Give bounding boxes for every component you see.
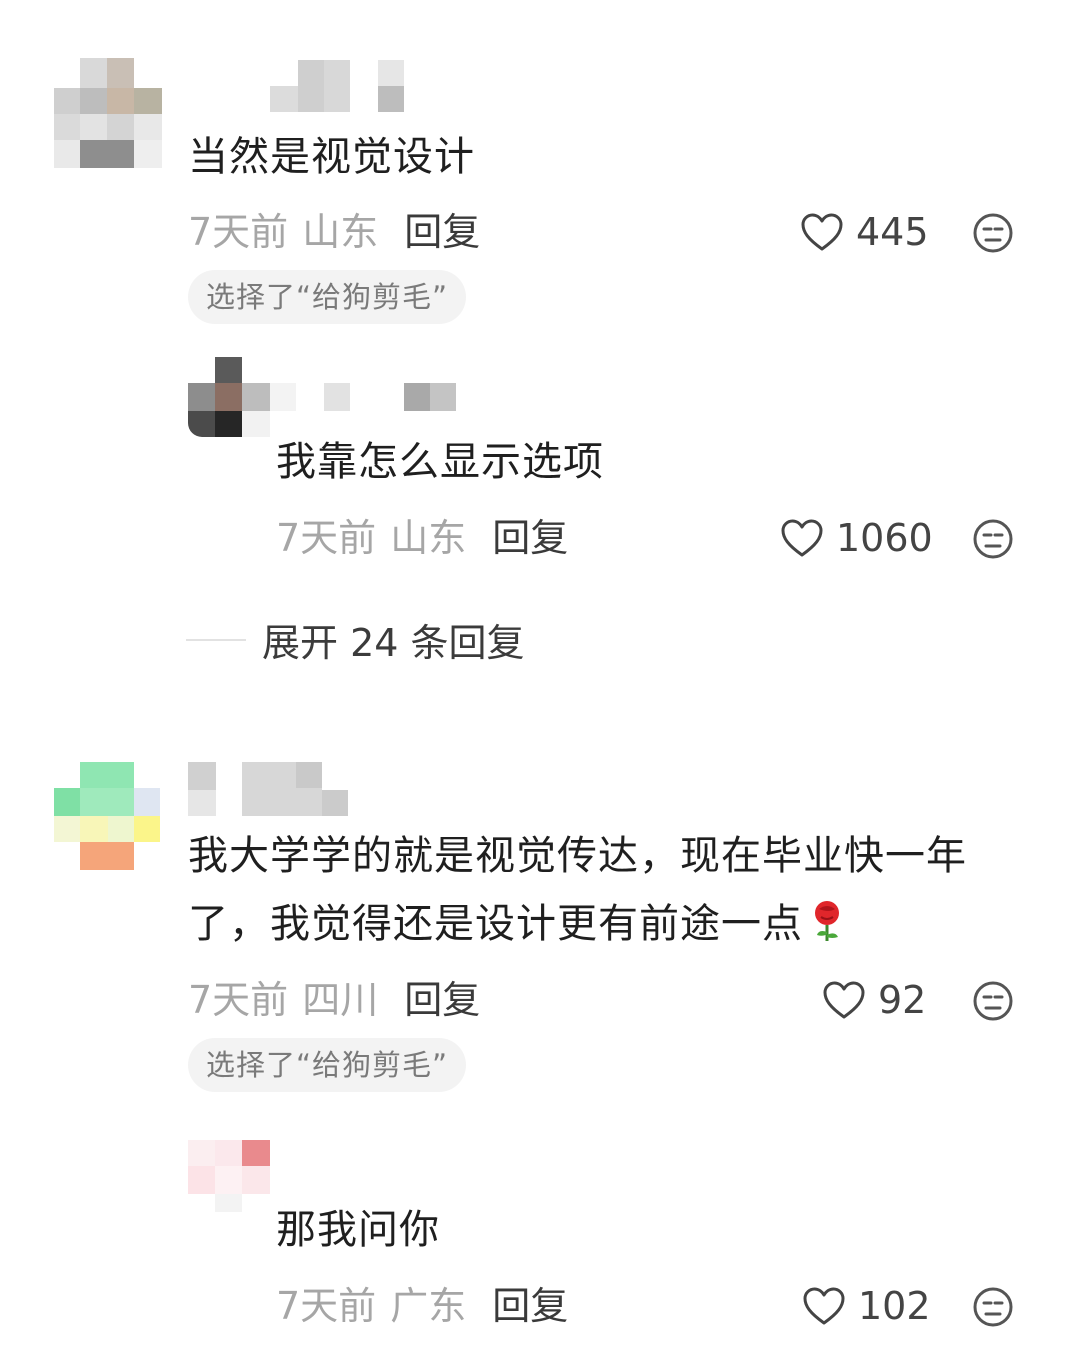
like-button[interactable]: 1060 — [780, 514, 933, 562]
reply-button[interactable]: 回复 — [404, 978, 480, 1022]
like-count: 1060 — [836, 516, 933, 560]
comment-text: 我大学学的就是视觉传达，现在毕业快一年 了，我觉得还是设计更有前途一点 — [188, 822, 967, 958]
like-button[interactable]: 445 — [800, 208, 929, 256]
reply-location: 广东 — [390, 1284, 467, 1328]
heart-outline-icon — [801, 213, 843, 251]
comment-time: 7天前 — [188, 210, 289, 254]
heart-outline-icon — [781, 519, 823, 557]
like-count: 102 — [858, 1284, 931, 1328]
avatar[interactable] — [54, 58, 162, 168]
like-count: 92 — [878, 978, 927, 1022]
reply-button[interactable]: 回复 — [404, 210, 480, 254]
reply-meta: 7天前 广东 回复 — [276, 1282, 568, 1330]
choice-badge: 选择了“给狗剪毛” — [188, 270, 467, 324]
comment-location: 四川 — [302, 978, 379, 1022]
username[interactable] — [188, 762, 378, 816]
rose-icon — [815, 901, 839, 941]
reply-text: 那我问你 — [276, 1207, 440, 1253]
divider-line — [186, 638, 246, 641]
speechless-face-icon[interactable] — [972, 518, 1014, 560]
username[interactable] — [270, 383, 480, 411]
avatar[interactable] — [188, 1140, 270, 1212]
like-count: 445 — [856, 210, 929, 254]
expand-replies-button[interactable]: 展开 24 条回复 — [186, 612, 525, 667]
reply-text: 我靠怎么显示选项 — [276, 439, 604, 485]
heart-outline-icon — [823, 981, 865, 1019]
username[interactable] — [270, 60, 410, 112]
reply-time: 7天前 — [276, 516, 377, 560]
reply-button[interactable]: 回复 — [492, 516, 568, 560]
comment-text-line: 了，我觉得还是设计更有前途一点 — [188, 890, 967, 958]
avatar[interactable] — [54, 762, 160, 870]
comment-meta: 7天前 四川 回复 — [188, 976, 480, 1024]
reply-time: 7天前 — [276, 1284, 377, 1328]
speechless-face-icon[interactable] — [972, 1286, 1014, 1328]
like-button[interactable]: 102 — [802, 1282, 931, 1330]
reply-meta: 7天前 山东 回复 — [276, 514, 568, 562]
expand-replies-label: 展开 24 条回复 — [262, 621, 525, 665]
reply-button[interactable]: 回复 — [492, 1284, 568, 1328]
avatar[interactable] — [188, 357, 270, 437]
comment-location: 山东 — [302, 210, 379, 254]
choice-badge: 选择了“给狗剪毛” — [188, 1038, 467, 1092]
comment-text: 当然是视觉设计 — [188, 134, 475, 180]
comment-text-line: 我大学学的就是视觉传达，现在毕业快一年 — [188, 833, 967, 879]
heart-outline-icon — [803, 1287, 845, 1325]
speechless-face-icon[interactable] — [972, 980, 1014, 1022]
comment-meta: 7天前 山东 回复 — [188, 208, 480, 256]
reply-location: 山东 — [390, 516, 467, 560]
speechless-face-icon[interactable] — [972, 212, 1014, 254]
comment-time: 7天前 — [188, 978, 289, 1022]
like-button[interactable]: 92 — [822, 976, 926, 1024]
